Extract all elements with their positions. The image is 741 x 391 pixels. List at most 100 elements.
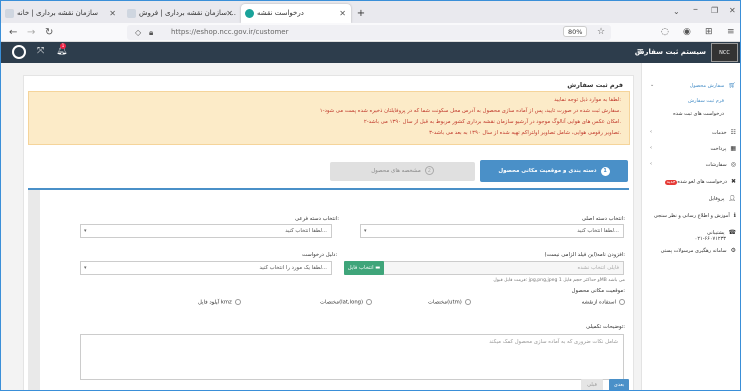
site-favicon-icon <box>127 9 136 18</box>
sidebar-item-profile[interactable]: پروفایل 👤︎ <box>709 195 736 202</box>
main-category-select[interactable]: ▾ لطفا انتخاب کنید... <box>360 224 624 238</box>
step-label: مشخصه های محصول <box>371 168 421 174</box>
previous-button[interactable]: قبلی <box>581 379 603 390</box>
phone-icon: ☎ <box>728 229 736 236</box>
close-tab-icon[interactable]: ✕ <box>226 4 233 23</box>
radio-circle <box>366 299 373 305</box>
step-label: دسته بندی و موقعیت مکانی محصول <box>498 168 597 174</box>
account-icon[interactable] <box>12 45 26 59</box>
sidebar-item-submitted-requests[interactable]: درخواست های ثبت شده <box>673 111 724 117</box>
chevron-left-icon: ‹ <box>650 145 652 151</box>
sidebar-item-services[interactable]: خدمات ☷ <box>712 129 736 136</box>
textarea-placeholder: شامل نکات ضروری که به آماده سازی محصول ک… <box>489 339 618 345</box>
browser-tab-shop[interactable]: سازمان نقشه برداری | فروش ... ✕ <box>123 4 238 23</box>
chevron-left-icon: ‹ <box>650 129 652 135</box>
sidebar-item-order-product[interactable]: سفارش محصول 🛒︎ <box>690 82 736 89</box>
file-input-placeholder: فایلی انتخاب نشده <box>577 265 619 271</box>
radio-circle <box>619 299 625 305</box>
notice-heading: لطفا به موارد ذیل توجه نمایید: <box>554 97 621 103</box>
choose-file-button[interactable]: انتخاب فایل ▬ <box>344 261 384 275</box>
back-icon[interactable]: ← <box>9 26 17 39</box>
sidebar-item-label: فرم ثبت سفارش <box>688 98 724 104</box>
close-tab-icon[interactable]: ✕ <box>109 4 116 23</box>
step-tab-product-specs[interactable]: مشخصه های محصول 2 <box>330 162 475 181</box>
browser-tab-request[interactable]: درخواست نقشه ✕ <box>241 4 351 23</box>
sidebar-item-label: سامانه رهگیری مرسولات پستی <box>660 248 727 254</box>
radio-label: مختصات(utm) <box>428 299 462 306</box>
sidebar-item-support[interactable]: پشتیبانی ☎ <box>707 229 736 236</box>
bookmark-star-icon[interactable]: ☆ <box>597 26 605 39</box>
file-format-hint: فرمت قابل قبول: jpg,png,jpeg و حداکثر حج… <box>493 278 625 283</box>
payment-icon: ▦ <box>730 145 736 152</box>
notice-box: لطفا به موارد ذیل توجه نمایید: ۱-سفارش ث… <box>28 91 630 145</box>
notification-badge: 1 <box>60 43 66 49</box>
pocket-icon[interactable]: ◌ <box>661 26 669 39</box>
menu-icon[interactable]: ≡ <box>727 26 735 39</box>
order-form-card: فرم ثبت سفارش لطفا به موارد ذیل توجه نما… <box>23 75 634 390</box>
radio-circle <box>234 299 241 305</box>
notes-textarea[interactable]: شامل نکات ضروری که به آماده سازی محصول ک… <box>80 334 624 380</box>
reload-icon[interactable]: ↻ <box>45 26 53 39</box>
tracking-icon: ⚙ <box>730 247 736 254</box>
sidebar-item-education[interactable]: آموزش و اطلاع رسانی و نظر سنجی ℹ <box>654 212 736 219</box>
form-side-strip <box>28 190 40 390</box>
chevron-down-icon: ▾ <box>84 265 87 271</box>
account-icon[interactable]: ◉ <box>683 26 691 39</box>
request-letter-file-input[interactable]: فایلی انتخاب نشده <box>360 261 624 275</box>
forward-icon[interactable]: → <box>27 26 35 39</box>
address-bar[interactable]: https://eshop.ncc.gov.ir/customer <box>127 25 611 40</box>
browser-tab-home[interactable]: سازمان نقشه برداری | خانه ✕ <box>1 4 121 23</box>
notice-line: ۳-تصاویر رقومی هوایی، شامل تصاویر اولترا… <box>429 130 621 136</box>
radio-utm[interactable]: مختصات(utm) <box>428 299 471 306</box>
orders-icon: ◎ <box>730 161 736 168</box>
sidebar-item-label: درخواست های ثبت شده <box>673 111 724 117</box>
chevron-down-icon: ▾ <box>84 228 87 234</box>
sidebar-item-postal-tracking[interactable]: سامانه رهگیری مرسولات پستی ⚙ <box>661 247 736 254</box>
request-reason-label: دلیل درخواست: <box>302 252 338 258</box>
select-value: لطفا انتخاب کنید... <box>577 228 619 234</box>
sub-category-select[interactable]: ▾ لطفا انتخاب کنید... <box>80 224 332 238</box>
sidebar-item-label: پروفایل <box>708 196 725 202</box>
main-category-label: انتخاب دسته اصلی: <box>581 216 625 222</box>
browser-toolbar: ← → ↻ https://eshop.ncc.gov.ir/customer … <box>1 23 740 42</box>
step-number: 2 <box>424 166 434 175</box>
shield-icon[interactable]: ◇ <box>135 26 141 39</box>
notes-label: توضیحات تکمیلی: <box>585 324 625 330</box>
support-phone: ۰۲۱-۶۶۰۷۱۲۳۳ <box>694 236 726 242</box>
browser-tab-bar: سازمان نقشه برداری | خانه ✕ سازمان نقشه … <box>1 1 740 23</box>
sidebar-item-label: پرداخت <box>710 146 727 152</box>
sidebar-item-label: آموزش و اطلاع رسانی و نظر سنجی <box>653 213 730 219</box>
step-tab-category-location[interactable]: دسته بندی و موقعیت مکانی محصول 1 <box>480 160 628 182</box>
minimize-icon[interactable]: – <box>693 3 698 16</box>
select-value: لطفا انتخاب کنید... <box>285 228 327 234</box>
fullscreen-icon[interactable]: ⤧ <box>37 46 44 56</box>
close-tab-icon[interactable]: ✕ <box>339 4 346 23</box>
app-header: ⤧ 🔔︎ 1 ≡ سیستم ثبت سفارش NCC <box>1 42 740 63</box>
zoom-level[interactable]: 80% <box>563 26 588 37</box>
request-reason-select[interactable]: ▾ لطفا یک مورد را انتخاب کنید... <box>80 261 332 275</box>
sidebar-item-order-form[interactable]: فرم ثبت سفارش <box>688 98 724 104</box>
next-button[interactable]: بعدی <box>609 379 629 390</box>
radio-latlong[interactable]: مختصات(lat,long) <box>320 299 373 306</box>
sidebar: سفارش محصول 🛒︎ ⌄ فرم ثبت سفارش درخواست ها… <box>641 63 740 390</box>
sidebar-item-orders[interactable]: سفارشات ◎ <box>706 161 736 168</box>
page-title: فرم ثبت سفارش <box>567 81 623 89</box>
sidebar-item-label: سفارشات <box>705 162 727 168</box>
notice-line: ۱-سفارش ثبت شده در صورت تایید، پس از آما… <box>319 108 621 114</box>
chevron-down-icon: ▾ <box>364 228 367 234</box>
logo: NCC <box>711 43 738 62</box>
restore-icon[interactable]: ❐ <box>711 4 718 17</box>
sidebar-item-cancelled-requests[interactable]: جدید درخواست های لغو شده ✖ <box>663 178 736 185</box>
close-window-icon[interactable]: ✕ <box>729 4 736 17</box>
sidebar-item-payment[interactable]: پرداخت ▦ <box>711 145 736 152</box>
radio-use-map[interactable]: استفاده ازنقشه <box>582 299 625 306</box>
sub-category-label: انتخاب دسته فرعی: <box>295 216 339 222</box>
url-text: https://eshop.ncc.gov.ir/customer <box>171 28 289 36</box>
new-tab-button[interactable]: + <box>353 4 369 23</box>
lock-icon[interactable]: 🔒︎ <box>149 26 153 39</box>
step-number: 1 <box>600 167 610 176</box>
new-badge: جدید <box>664 180 678 185</box>
extensions-icon[interactable]: ⊞ <box>705 26 713 39</box>
radio-kmz-upload[interactable]: آپلود فایل kmz <box>198 299 241 306</box>
tab-list-icon[interactable]: ⌄ <box>673 5 680 18</box>
